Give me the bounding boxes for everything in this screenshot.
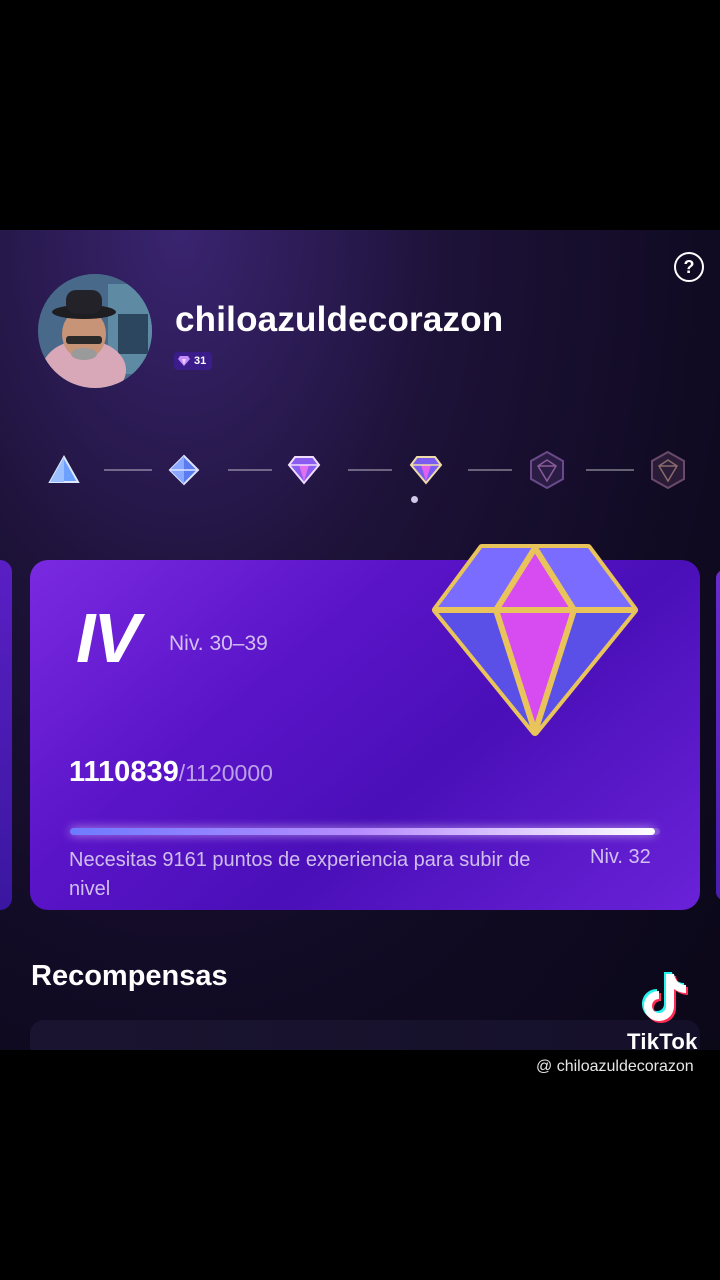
xp-current: 1110839 xyxy=(69,756,179,788)
tier-roman-numeral: IV xyxy=(76,599,140,677)
tier-4-icon[interactable] xyxy=(404,448,448,492)
xp-progress-fill xyxy=(70,828,655,835)
diamond-gem-icon xyxy=(178,356,190,366)
level-screen: ? chiloazuldecorazon 31 IV Niv. 30–39 11… xyxy=(0,230,720,1050)
rewards-heading: Recompensas xyxy=(31,960,228,992)
help-button[interactable]: ? xyxy=(674,252,704,282)
tiktok-logo-icon xyxy=(642,972,688,1023)
level-badge: 31 xyxy=(174,352,213,370)
tier-2-icon[interactable] xyxy=(162,448,206,492)
level-badge-value: 31 xyxy=(194,355,207,367)
tier-5-icon[interactable] xyxy=(525,448,569,492)
avatar[interactable] xyxy=(38,274,152,388)
username: chiloazuldecorazon xyxy=(175,300,504,339)
tier-connector xyxy=(468,469,512,471)
xp-needed-note: Necesitas 9161 puntos de experiencia par… xyxy=(69,849,531,900)
current-tier-indicator xyxy=(411,496,418,503)
previous-tier-card[interactable] xyxy=(0,560,12,910)
xp-progress-bar xyxy=(70,828,660,835)
xp-counter: 1110839/1120000 xyxy=(69,756,273,789)
xp-total: /1120000 xyxy=(178,760,273,786)
next-level-label: Niv. 32 xyxy=(590,846,651,868)
tier-1-icon[interactable] xyxy=(42,448,86,492)
tier-connector xyxy=(104,469,152,471)
tier-3-icon[interactable] xyxy=(282,448,326,492)
next-tier-card[interactable] xyxy=(716,570,720,900)
tier-connector xyxy=(228,469,272,471)
rewards-list[interactable] xyxy=(30,1020,700,1050)
avatar-image xyxy=(38,274,152,388)
tier-6-icon[interactable] xyxy=(646,448,690,492)
tiktok-handle: @ chiloazuldecorazon xyxy=(536,1058,694,1075)
help-icon: ? xyxy=(683,257,695,277)
tier-connector xyxy=(586,469,634,471)
tier-card[interactable]: IV Niv. 30–39 1110839/1120000 Necesitas … xyxy=(30,544,700,910)
tier-level-range: Niv. 30–39 xyxy=(169,632,268,655)
tier-track xyxy=(40,448,690,492)
tiktok-brand: TikTok xyxy=(627,1029,698,1054)
diamond-gem-icon xyxy=(432,544,638,736)
tier-connector xyxy=(348,469,392,471)
